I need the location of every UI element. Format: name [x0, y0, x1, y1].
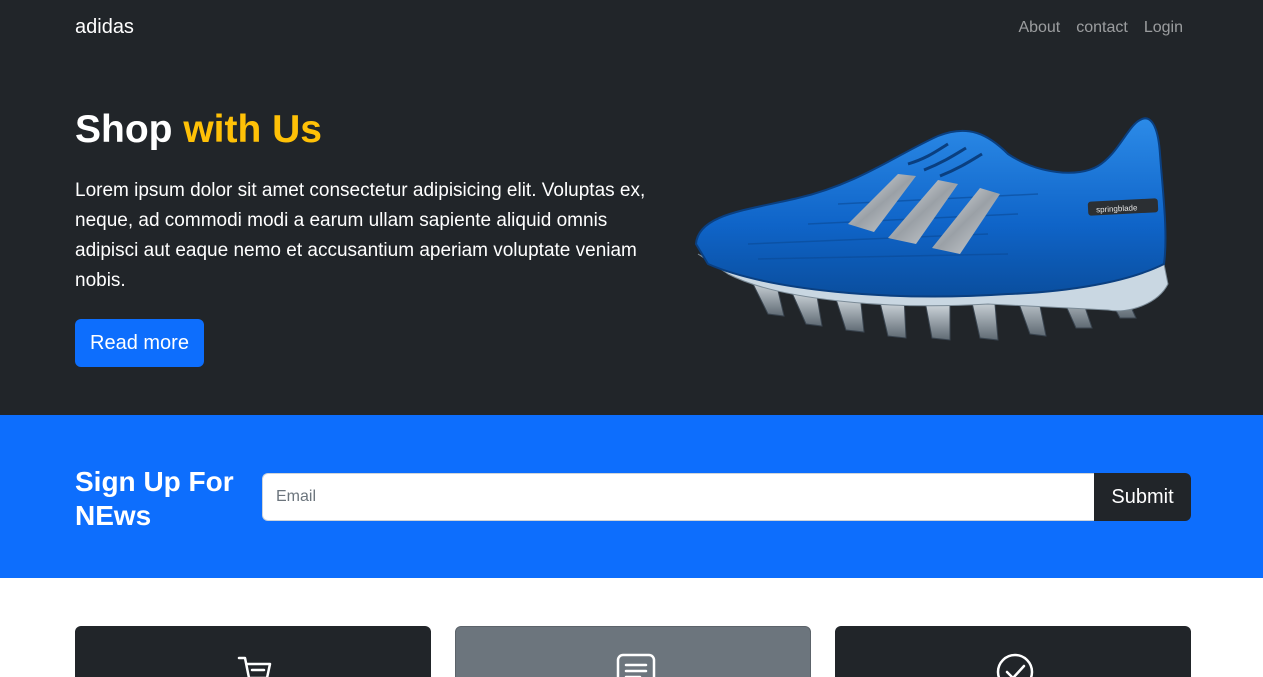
brand-logo[interactable]: adidas: [75, 16, 134, 39]
email-input[interactable]: [262, 473, 1094, 521]
hero-title-accent: with Us: [183, 108, 322, 151]
hero-title: Shop with Us: [75, 108, 322, 152]
cart-icon: [237, 656, 272, 677]
nav-link-login[interactable]: Login: [1136, 18, 1183, 38]
hero-title-plain: Shop: [75, 108, 173, 151]
hero-description: Lorem ipsum dolor sit amet consectetur a…: [75, 180, 646, 291]
submit-button[interactable]: Submit: [1094, 473, 1191, 521]
feature-card-document: [455, 626, 811, 677]
feature-card-check: [835, 626, 1191, 677]
document-icon: [616, 653, 656, 677]
check-circle-icon: [996, 653, 1034, 677]
hero-section: Shop with Us Lorem ipsum dolor sit amet …: [0, 56, 1263, 415]
newsletter-title: Sign Up For NEws: [75, 466, 234, 531]
newsletter-section: Sign Up For NEws Submit: [0, 415, 1263, 578]
nav-links: About contact Login: [1010, 18, 1183, 38]
newsletter-form: Submit: [262, 473, 1191, 521]
read-more-button[interactable]: Read more: [75, 319, 204, 367]
feature-card-cart: [75, 626, 431, 677]
shoe-image: springblade: [694, 117, 1169, 341]
navbar: adidas About contact Login: [0, 0, 1263, 56]
features-section: [0, 578, 1263, 677]
nav-link-contact[interactable]: contact: [1068, 18, 1136, 38]
nav-link-about[interactable]: About: [1010, 18, 1068, 38]
